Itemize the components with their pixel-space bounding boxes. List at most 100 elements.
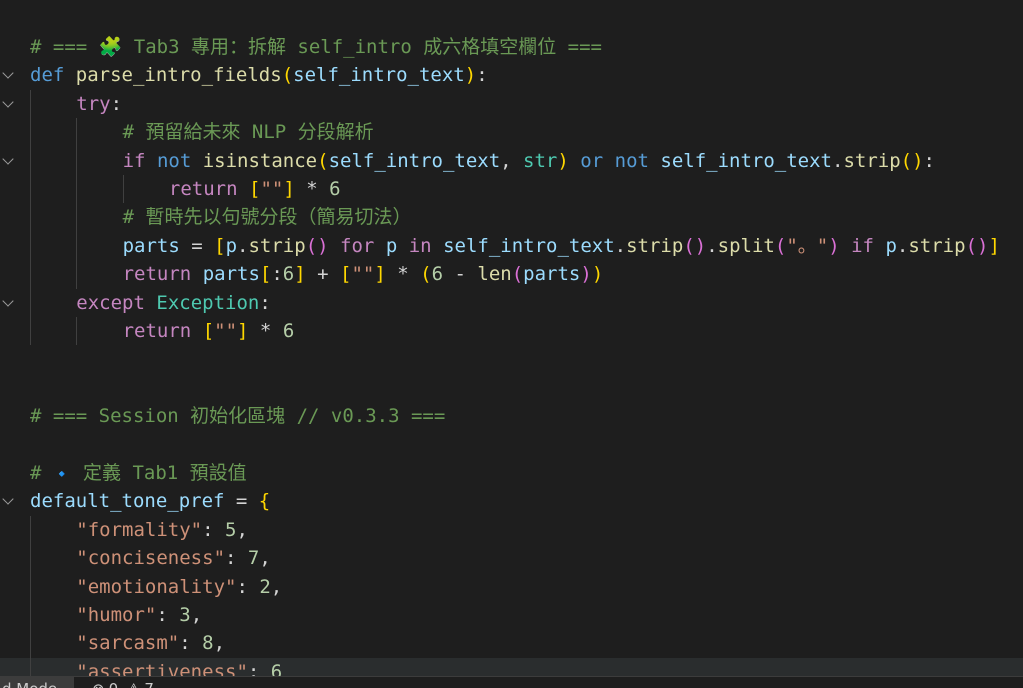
code-text: # 暫時先以句號分段（簡易切法） <box>123 203 412 231</box>
code-token: { <box>258 490 271 513</box>
code-line[interactable]: if not isinstance(self_intro_text, str) … <box>0 146 1023 175</box>
indent-guide <box>122 175 124 204</box>
code-token: in <box>408 234 432 257</box>
code-line[interactable] <box>0 345 1023 373</box>
code-token: ( <box>420 263 432 286</box>
code-token: , <box>270 575 283 598</box>
code-token: [ <box>259 263 272 286</box>
status-problems[interactable]: ⊗ 0 ⚠ 7 <box>92 677 158 688</box>
code-token: "" <box>351 263 375 286</box>
code-token: parts <box>202 263 260 286</box>
code-token: [ <box>214 234 226 257</box>
warning-triangle-icon: ⚠ <box>127 680 140 688</box>
code-token: 2 <box>259 575 271 598</box>
code-token: self_intro_text <box>660 149 832 172</box>
status-mode-label: d Mode <box>2 680 57 688</box>
code-line[interactable]: "conciseness": 7, <box>0 544 1023 573</box>
fold-chevron-icon[interactable] <box>2 294 14 307</box>
code-line[interactable]: try: <box>0 89 1023 119</box>
code-line[interactable]: # === 🧩 Tab3 專用：拆解 self_intro 成六格填空欄位 ==… <box>0 33 1023 61</box>
code-token: : <box>156 604 180 626</box>
code-token: strip <box>626 234 684 257</box>
indent-guide <box>30 231 31 261</box>
code-token: parts <box>523 263 581 286</box>
code-text: parts = [p.strip() for p in self_intro_t… <box>123 232 1000 260</box>
code-line[interactable]: def parse_intro_fields(self_intro_text): <box>0 61 1023 89</box>
code-line[interactable]: # 🔹 定義 Tab1 預設值 <box>0 459 1023 487</box>
code-token: = <box>179 234 215 257</box>
code-line[interactable]: # 暫時先以句號分段（簡易切法） <box>0 203 1023 232</box>
code-line[interactable]: return [""] * 6 <box>0 175 1023 204</box>
code-token: strip <box>908 234 966 257</box>
code-token: : <box>259 291 271 314</box>
code-line[interactable]: "humor": 3, <box>0 601 1023 630</box>
code-line[interactable]: "formality": 5, <box>0 515 1023 545</box>
indent-guide <box>30 601 31 630</box>
code-token: "。" <box>786 234 829 257</box>
code-token: except <box>76 291 145 314</box>
code-line[interactable]: default_tone_pref = { <box>0 487 1023 515</box>
indent-guide <box>30 89 31 119</box>
code-token: . <box>896 234 909 257</box>
code-token: Exception <box>156 291 260 314</box>
code-token: , <box>236 518 248 541</box>
indent-guide <box>76 317 78 346</box>
code-token: ] <box>237 320 249 342</box>
code-token: [ <box>202 320 215 342</box>
code-token: 8 <box>202 632 214 655</box>
code-token: 6 <box>282 320 295 342</box>
code-token: strip <box>843 149 901 172</box>
code-token: "" <box>214 320 238 342</box>
code-line[interactable]: return [""] * 6 <box>0 317 1023 346</box>
code-token: return <box>168 178 238 200</box>
warnings-count: 7 <box>144 680 154 688</box>
status-mode[interactable]: d Mode <box>0 677 74 688</box>
code-token: ) <box>828 234 840 257</box>
fold-chevron-icon[interactable] <box>2 493 14 506</box>
code-token: 5 <box>225 518 237 541</box>
code-text: "formality": 5, <box>76 516 248 544</box>
fold-chevron-icon[interactable] <box>2 67 14 80</box>
code-token: ] <box>374 263 386 286</box>
fold-chevron-icon[interactable] <box>2 96 14 108</box>
indent-guide <box>76 203 78 232</box>
code-token: 6 <box>431 263 444 286</box>
indent-guide <box>30 146 31 175</box>
code-line[interactable]: return parts[:6] + [""] * (6 - len(parts… <box>0 260 1023 289</box>
fold-chevron-icon[interactable] <box>2 152 14 165</box>
code-token: () <box>965 234 989 257</box>
code-line[interactable]: parts = [p.strip() for p in self_intro_t… <box>0 231 1023 261</box>
code-text: "emotionality": 2, <box>76 573 282 601</box>
code-text: return parts[:6] + [""] * (6 - len(parts… <box>123 260 604 288</box>
code-line[interactable]: # === Session 初始化區塊 // v0.3.3 === <box>0 402 1023 430</box>
indent-guide <box>30 317 31 346</box>
code-token: 3 <box>179 604 191 626</box>
code-line[interactable]: "emotionality": 2, <box>0 572 1023 601</box>
code-line[interactable]: except Exception: <box>0 288 1023 317</box>
code-token: strip <box>248 234 306 257</box>
code-editor[interactable]: # === 🧩 Tab3 專用：拆解 self_intro 成六格填空欄位 ==… <box>0 0 1023 688</box>
code-line[interactable] <box>0 431 1023 459</box>
code-line[interactable]: # 預留給未來 NLP 分段解析 <box>0 118 1023 147</box>
code-token: () <box>900 149 924 172</box>
code-token: return <box>122 263 192 286</box>
code-token: : <box>225 547 248 570</box>
code-token: p <box>885 234 897 257</box>
code-token: # === Session 初始化區塊 // v0.3.3 === <box>30 405 446 428</box>
code-token: , <box>190 604 203 626</box>
code-line[interactable]: "sarcasm": 8, <box>0 629 1023 658</box>
error-circle-icon: ⊗ <box>92 680 105 688</box>
code-line[interactable] <box>0 374 1023 402</box>
code-token: ( <box>281 64 294 87</box>
code-token: ] <box>294 263 306 286</box>
puzzle-icon: 🧩 <box>98 36 123 58</box>
code-token: 6 <box>282 263 295 286</box>
code-token: ( <box>774 234 787 257</box>
code-token: "sarcasm" <box>76 632 180 655</box>
